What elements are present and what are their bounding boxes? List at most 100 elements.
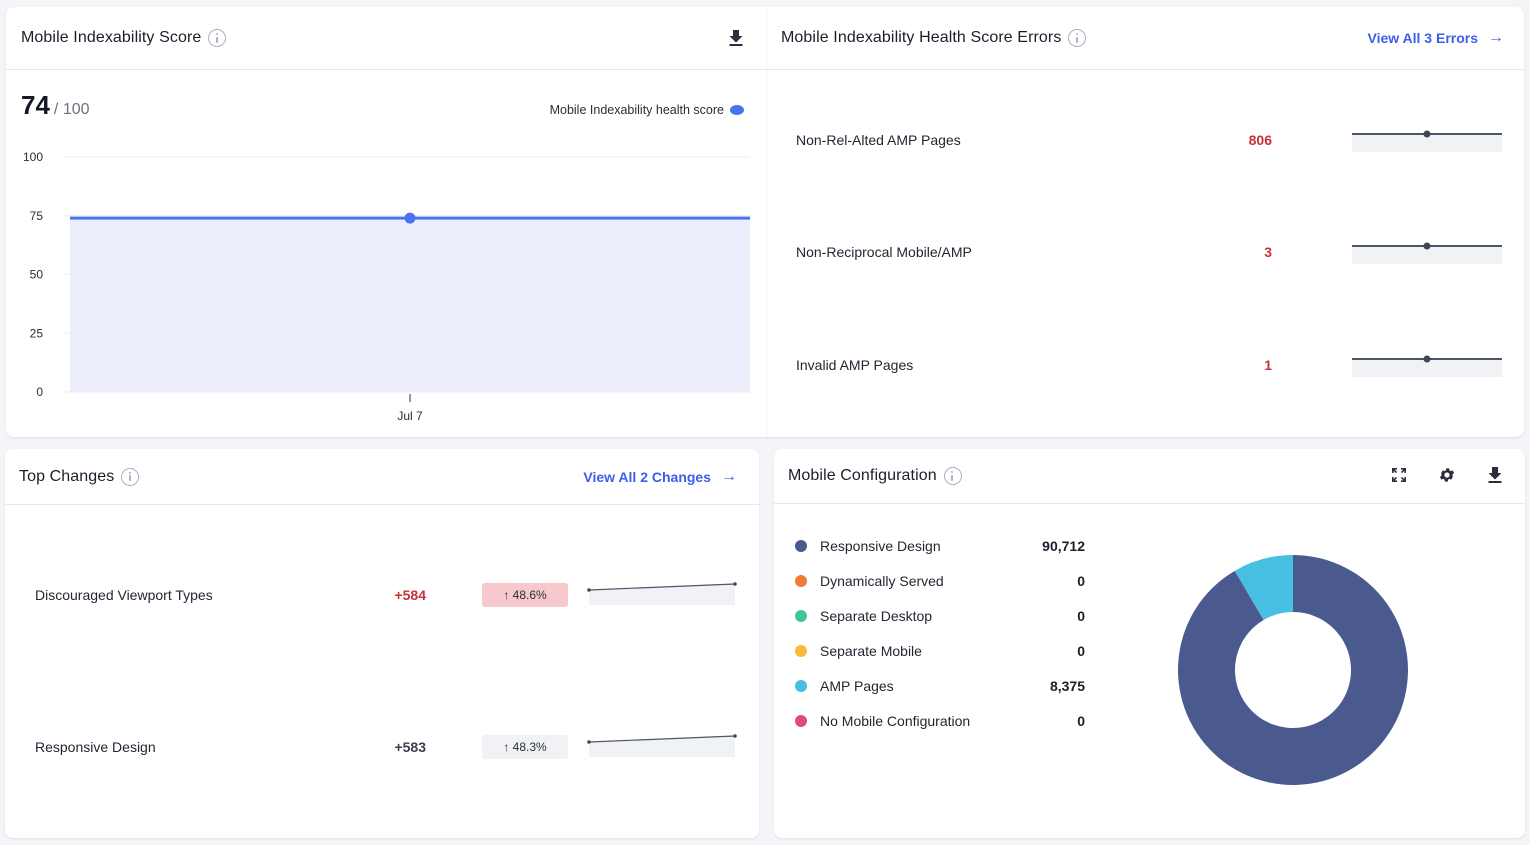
score-number: 74 bbox=[21, 90, 50, 120]
x-tick-label: Jul 7 bbox=[397, 409, 423, 423]
card-title-text: Mobile Indexability Health Score Errors bbox=[781, 29, 1062, 46]
legend-value: 90,712 bbox=[1042, 537, 1085, 554]
error-count[interactable]: 1 bbox=[1196, 357, 1272, 373]
chart-legend[interactable]: Mobile Indexability health score bbox=[550, 103, 744, 117]
legend-value: 0 bbox=[1077, 607, 1085, 624]
legend-color-dot bbox=[795, 539, 807, 552]
mobile-configuration-card: Mobile Configuration Responsive Design 90… bbox=[774, 449, 1525, 838]
error-sparkline bbox=[1352, 355, 1502, 377]
mobile-indexability-score-card: Mobile Indexability Score 74/ 100 Mobile… bbox=[6, 7, 768, 437]
card-header: Mobile Configuration bbox=[774, 449, 1525, 504]
sparkline-point bbox=[587, 588, 591, 592]
score-max: / 100 bbox=[53, 101, 90, 118]
legend-label: Dynamically Served bbox=[820, 572, 944, 589]
change-sparkline bbox=[587, 582, 737, 605]
legend-value: 0 bbox=[1077, 642, 1085, 659]
view-all-errors-label: View All 3 Errors bbox=[1367, 30, 1479, 46]
error-row[interactable]: Non-Rel-Alted AMP Pages 806 bbox=[796, 120, 1502, 160]
data-point[interactable] bbox=[404, 212, 416, 224]
sparkline-point bbox=[1423, 242, 1431, 250]
error-sparkline bbox=[1352, 242, 1502, 264]
legend-label: Responsive Design bbox=[820, 537, 941, 554]
legend-color-dot bbox=[795, 574, 807, 587]
card-title-text: Mobile Configuration bbox=[788, 467, 937, 484]
score-area-chart: 100 75 50 25 0 Jul 7 bbox=[23, 150, 750, 423]
info-icon[interactable] bbox=[943, 467, 962, 485]
area-fill bbox=[70, 218, 750, 392]
card-title: Mobile Configuration bbox=[788, 467, 962, 485]
info-icon[interactable] bbox=[1068, 29, 1087, 47]
sparkline-point bbox=[733, 582, 737, 586]
error-row[interactable]: Invalid AMP Pages 1 bbox=[796, 345, 1502, 385]
error-sparkline bbox=[1352, 130, 1502, 152]
download-icon[interactable] bbox=[724, 26, 748, 50]
top-changes-card: Top Changes View All 2 Changes → Discour… bbox=[5, 449, 759, 838]
error-label: Non-Rel-Alted AMP Pages bbox=[796, 132, 961, 148]
configuration-legend-item[interactable]: AMP Pages 8,375 bbox=[795, 668, 1085, 703]
arrow-right-icon: → bbox=[721, 468, 737, 485]
card-header: Mobile Indexability Health Score Errors … bbox=[768, 7, 1524, 70]
error-label: Invalid AMP Pages bbox=[796, 357, 914, 373]
legend-label: Separate Desktop bbox=[820, 607, 933, 624]
y-tick-label: 75 bbox=[30, 209, 44, 223]
change-percent-badge: ↑ 48.3% bbox=[482, 735, 568, 759]
change-label: Responsive Design bbox=[35, 739, 156, 755]
change-value: +584 bbox=[394, 587, 426, 603]
y-tick-label: 0 bbox=[36, 385, 43, 399]
legend-value: 0 bbox=[1077, 712, 1085, 729]
change-label: Discouraged Viewport Types bbox=[35, 587, 213, 603]
configuration-legend-item[interactable]: Dynamically Served 0 bbox=[795, 563, 1085, 598]
y-tick-label: 100 bbox=[23, 150, 43, 164]
configuration-legend-item[interactable]: No Mobile Configuration 0 bbox=[795, 703, 1085, 738]
arrow-right-icon: → bbox=[1488, 29, 1504, 46]
configuration-legend-item[interactable]: Responsive Design 90,712 bbox=[795, 528, 1085, 563]
y-tick-label: 25 bbox=[30, 326, 44, 340]
legend-value: 8,375 bbox=[1049, 677, 1085, 694]
legend-color-dot bbox=[795, 679, 807, 692]
error-row[interactable]: Non-Reciprocal Mobile/AMP 3 bbox=[796, 232, 1502, 272]
view-all-errors-link[interactable]: View All 3 Errors → bbox=[1368, 29, 1505, 47]
view-all-changes-label: View All 2 Changes bbox=[583, 469, 711, 485]
card-header: Mobile Indexability Score bbox=[6, 7, 768, 70]
error-count[interactable]: 3 bbox=[1196, 244, 1272, 260]
card-title: Mobile Indexability Score bbox=[21, 29, 227, 47]
change-percent-badge: ↑ 48.6% bbox=[482, 583, 568, 607]
configuration-donut-chart bbox=[1178, 555, 1408, 785]
card-title: Mobile Indexability Health Score Errors bbox=[781, 29, 1087, 47]
y-tick-label: 50 bbox=[30, 268, 44, 282]
change-row[interactable]: Discouraged Viewport Types +584 ↑ 48.6% bbox=[35, 577, 737, 613]
configuration-legend: Responsive Design 90,712 Dynamically Serve… bbox=[795, 528, 1085, 738]
card-title: Top Changes bbox=[19, 467, 140, 486]
error-label: Non-Reciprocal Mobile/AMP bbox=[796, 244, 972, 260]
legend-marker bbox=[730, 105, 744, 115]
gear-icon[interactable] bbox=[1435, 463, 1459, 487]
download-icon[interactable] bbox=[1483, 463, 1507, 487]
error-count[interactable]: 806 bbox=[1196, 132, 1272, 148]
legend-label: Mobile Indexability health score bbox=[549, 103, 724, 117]
change-sparkline bbox=[587, 734, 737, 757]
change-value: +583 bbox=[394, 739, 426, 755]
change-row[interactable]: Responsive Design +583 ↑ 48.3% bbox=[35, 729, 737, 765]
sparkline-point bbox=[1423, 355, 1431, 363]
sparkline-point bbox=[1423, 130, 1431, 138]
legend-label: Separate Mobile bbox=[820, 642, 922, 659]
view-all-changes-link[interactable]: View All 2 Changes → bbox=[583, 468, 737, 486]
sparkline-point bbox=[733, 734, 737, 738]
card-title-text: Mobile Indexability Score bbox=[21, 29, 202, 46]
card-title-text: Top Changes bbox=[19, 467, 115, 485]
legend-color-dot bbox=[795, 644, 807, 657]
card-header: Top Changes View All 2 Changes → bbox=[5, 449, 759, 505]
expand-icon[interactable] bbox=[1387, 463, 1411, 487]
legend-label: AMP Pages bbox=[820, 677, 894, 694]
configuration-legend-item[interactable]: Separate Mobile 0 bbox=[795, 633, 1085, 668]
score-value: 74/ 100 bbox=[21, 90, 90, 121]
legend-color-dot bbox=[795, 609, 807, 622]
health-score-errors-card: Mobile Indexability Health Score Errors … bbox=[768, 7, 1524, 437]
sparkline-point bbox=[587, 740, 591, 744]
legend-value: 0 bbox=[1077, 572, 1085, 589]
info-icon[interactable] bbox=[121, 467, 140, 486]
info-icon[interactable] bbox=[208, 29, 227, 47]
legend-color-dot bbox=[795, 714, 807, 727]
legend-label: No Mobile Configuration bbox=[820, 712, 971, 729]
configuration-legend-item[interactable]: Separate Desktop 0 bbox=[795, 598, 1085, 633]
